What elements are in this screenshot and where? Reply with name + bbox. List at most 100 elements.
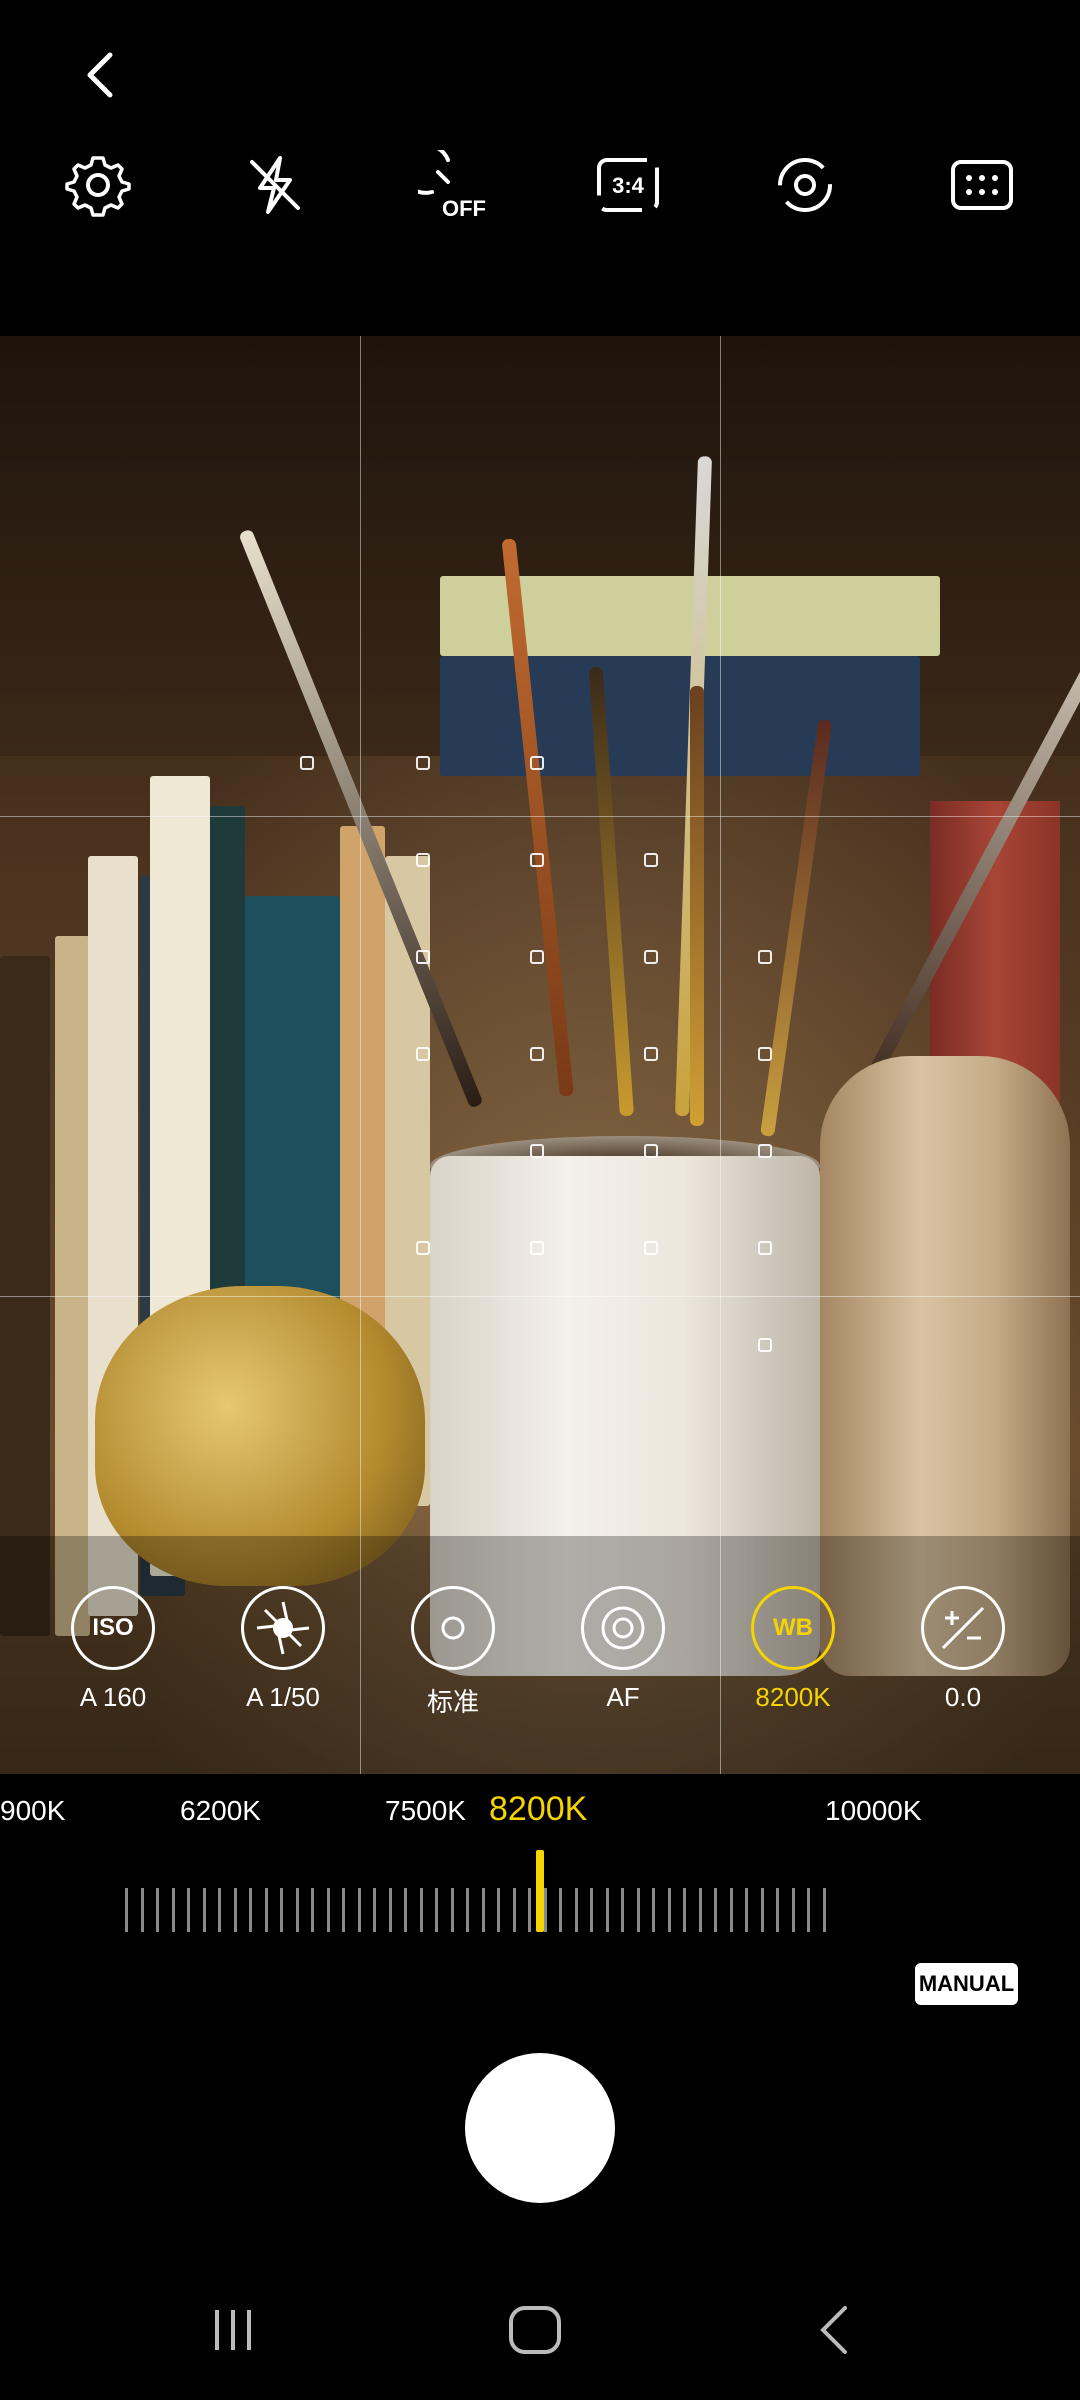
white-balance-control[interactable]: WB 8200K bbox=[733, 1586, 853, 1713]
flash-off-icon bbox=[250, 156, 300, 214]
af-point bbox=[300, 756, 314, 770]
grid-icon bbox=[951, 160, 1013, 210]
wb-scale-label: 10000K bbox=[825, 1795, 922, 1826]
wb-scale-selected-label: 8200K bbox=[489, 1790, 588, 1828]
wb-slider-tick bbox=[807, 1888, 810, 1932]
wb-slider-tick bbox=[559, 1888, 562, 1932]
af-point bbox=[416, 950, 430, 964]
svg-text:OFF: OFF bbox=[442, 196, 486, 220]
wb-slider-indicator[interactable] bbox=[536, 1850, 544, 1932]
recent-apps-button[interactable] bbox=[188, 2290, 278, 2370]
wb-slider-tick bbox=[605, 1888, 609, 1932]
wb-slider-tick bbox=[481, 1888, 485, 1932]
wb-slider-tick bbox=[574, 1888, 578, 1932]
camera-viewfinder[interactable]: ISO A 160 A 1/50 标准 AF WB 8200K 0.0 bbox=[0, 336, 1080, 1774]
wb-slider-tick bbox=[156, 1888, 159, 1932]
af-point bbox=[530, 950, 544, 964]
wb-slider-tick bbox=[683, 1888, 686, 1932]
exposure-control[interactable]: 0.0 bbox=[903, 1586, 1023, 1713]
af-point bbox=[644, 1047, 658, 1061]
nav-back-button[interactable] bbox=[792, 2290, 882, 2370]
back-button[interactable] bbox=[70, 45, 130, 105]
focus-icon bbox=[581, 1586, 665, 1670]
timer-off-icon: OFF bbox=[418, 150, 486, 220]
flash-button[interactable] bbox=[230, 140, 320, 230]
exposure-value: 0.0 bbox=[944, 1682, 982, 1712]
wb-slider-tick bbox=[698, 1888, 702, 1932]
book-stack bbox=[440, 656, 920, 776]
wb-slider-tick bbox=[745, 1888, 748, 1932]
iso-icon: ISO bbox=[71, 1586, 155, 1670]
af-point bbox=[758, 1338, 772, 1352]
wb-slider-tick bbox=[125, 1888, 128, 1932]
exposure-compensation-icon bbox=[921, 1586, 1005, 1670]
af-point bbox=[416, 756, 430, 770]
wb-slider-tick bbox=[729, 1888, 733, 1932]
wb-slider-tick bbox=[512, 1888, 516, 1932]
af-point bbox=[758, 1144, 772, 1158]
wb-scale-label: 900K bbox=[0, 1795, 66, 1826]
timer-button[interactable]: OFF bbox=[408, 140, 498, 230]
af-point bbox=[644, 853, 658, 867]
wb-slider-tick bbox=[636, 1888, 640, 1932]
focus-value: AF bbox=[606, 1682, 640, 1712]
wb-slider-tick bbox=[326, 1888, 330, 1932]
grid-line bbox=[0, 1296, 1080, 1297]
wb-slider-tick bbox=[264, 1888, 268, 1932]
wb-slider-tick bbox=[373, 1888, 376, 1932]
wb-slider-tick bbox=[776, 1888, 779, 1932]
wb-slider-tick bbox=[202, 1888, 206, 1932]
af-point bbox=[416, 853, 430, 867]
af-point bbox=[530, 1144, 544, 1158]
gear-icon bbox=[65, 156, 131, 217]
wb-slider-tick bbox=[760, 1888, 764, 1932]
af-point bbox=[758, 1047, 772, 1061]
aspect-ratio-icon: 3:4 bbox=[597, 158, 659, 212]
wb-slider-tick bbox=[218, 1888, 221, 1932]
wb-slider-tick bbox=[280, 1888, 283, 1932]
wb-slider-tick bbox=[652, 1888, 655, 1932]
wb-icon: WB bbox=[751, 1586, 835, 1670]
home-button[interactable] bbox=[490, 2290, 580, 2370]
grid-line bbox=[720, 336, 721, 1774]
focus-control[interactable]: AF bbox=[563, 1586, 683, 1713]
metering-control[interactable]: 标准 bbox=[393, 1586, 513, 1719]
wb-slider-tick bbox=[435, 1888, 438, 1932]
wb-slider-tick bbox=[419, 1888, 423, 1932]
wb-slider-tick bbox=[497, 1888, 500, 1932]
af-point bbox=[416, 1241, 430, 1255]
iso-control[interactable]: ISO A 160 bbox=[53, 1586, 173, 1713]
wb-scale-label: 6200K bbox=[180, 1795, 261, 1826]
brush bbox=[760, 719, 833, 1137]
iso-value: A 160 bbox=[79, 1682, 147, 1712]
af-point bbox=[530, 853, 544, 867]
wb-slider-tick bbox=[187, 1888, 190, 1932]
book bbox=[55, 936, 90, 1636]
wb-slider-tick bbox=[466, 1888, 469, 1932]
grid-line bbox=[0, 816, 1080, 817]
af-point bbox=[758, 1241, 772, 1255]
wb-slider-tick bbox=[295, 1888, 299, 1932]
wb-slider-tick bbox=[621, 1888, 624, 1932]
shutter-speed-control[interactable]: A 1/50 bbox=[223, 1586, 343, 1713]
metering-value: 标准 bbox=[426, 1687, 479, 1717]
wb-slider-tick bbox=[528, 1888, 531, 1932]
settings-button[interactable] bbox=[53, 140, 143, 230]
af-point bbox=[644, 1144, 658, 1158]
wb-slider-tick bbox=[388, 1888, 392, 1932]
wb-slider-tick bbox=[171, 1888, 175, 1932]
af-point bbox=[758, 950, 772, 964]
switch-camera-icon bbox=[778, 158, 832, 212]
aspect-ratio-button[interactable]: 3:4 bbox=[583, 140, 673, 230]
back-icon bbox=[820, 2306, 847, 2354]
wb-slider[interactable] bbox=[125, 1885, 830, 1935]
home-icon bbox=[509, 2306, 561, 2354]
shutter-button[interactable] bbox=[465, 2053, 615, 2203]
wb-slider-tick bbox=[450, 1888, 454, 1932]
grid-menu-button[interactable] bbox=[937, 140, 1027, 230]
svg-text:3:4: 3:4 bbox=[612, 173, 645, 198]
wb-slider-tick bbox=[342, 1888, 345, 1932]
switch-camera-button[interactable] bbox=[760, 140, 850, 230]
af-point bbox=[530, 1047, 544, 1061]
wb-slider-tick bbox=[667, 1888, 671, 1932]
